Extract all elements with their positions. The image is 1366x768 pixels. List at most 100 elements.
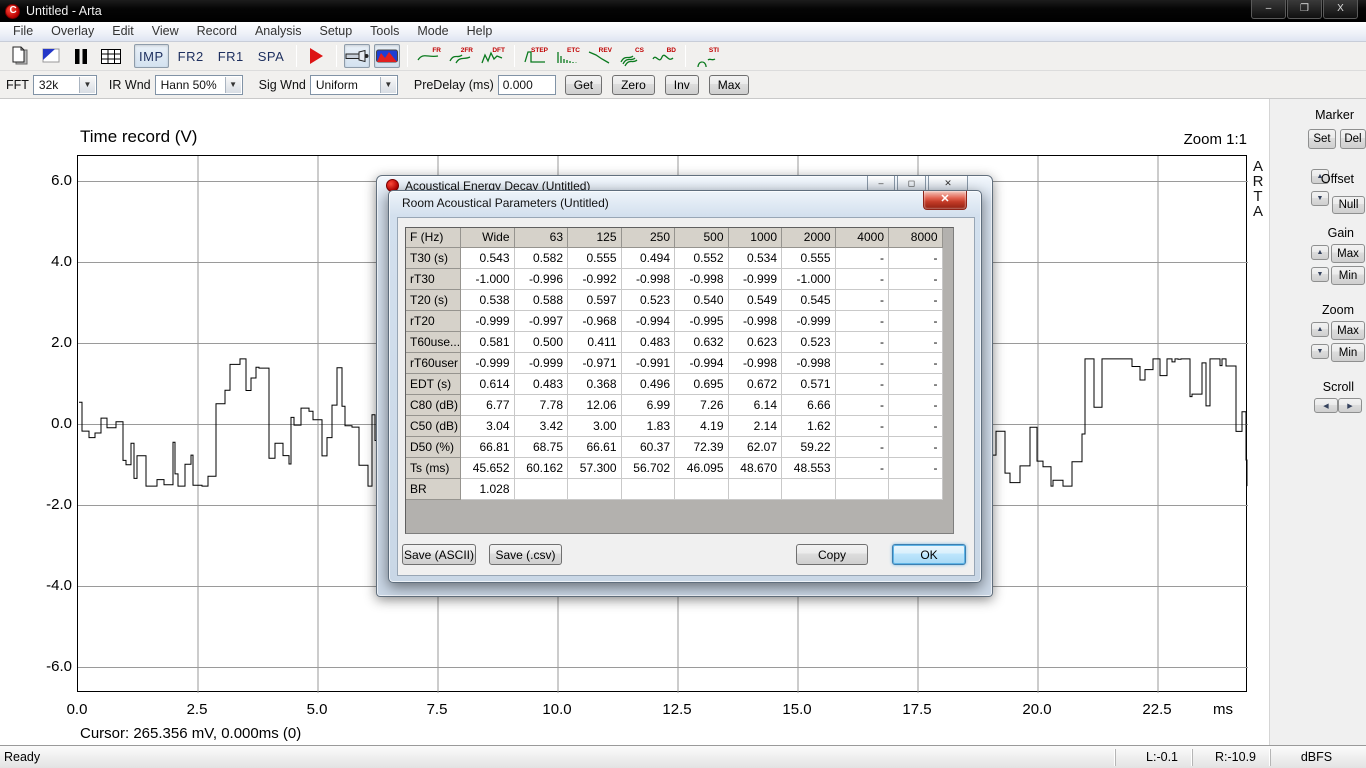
- table-cell: -0.994: [675, 353, 729, 374]
- max-button[interactable]: Max: [709, 75, 750, 95]
- table-cell: -: [889, 458, 943, 479]
- table-cell: 4.19: [675, 416, 729, 437]
- y-tick-label: -4.0: [26, 577, 72, 594]
- table-column-header: 8000: [889, 228, 943, 248]
- table-cell: -: [836, 416, 890, 437]
- zoom-min-button[interactable]: Min: [1331, 343, 1365, 362]
- rev-analysis-button[interactable]: REV: [586, 44, 614, 68]
- ok-button[interactable]: OK: [892, 544, 966, 565]
- table-cell: 62.07: [729, 437, 783, 458]
- 2fr-analysis-icon: 2FR: [448, 45, 474, 67]
- predelay-input[interactable]: 0.000: [498, 75, 556, 95]
- gain-up-icon[interactable]: ▲: [1311, 245, 1329, 260]
- table-cell: 0.552: [675, 248, 729, 269]
- gain-max-button[interactable]: Max: [1331, 244, 1365, 263]
- record-signal-button[interactable]: [38, 44, 64, 68]
- zoom-up-icon[interactable]: ▲: [1311, 322, 1329, 337]
- mode-button-imp[interactable]: IMP: [134, 44, 169, 68]
- close-icon[interactable]: ✕: [923, 191, 967, 210]
- zero-button[interactable]: Zero: [612, 75, 655, 95]
- mode-button-fr2[interactable]: FR2: [173, 44, 209, 68]
- menu-item-overlay[interactable]: Overlay: [42, 22, 103, 41]
- offset-null-button[interactable]: Null: [1332, 196, 1365, 214]
- svg-text:BD: BD: [667, 47, 677, 54]
- inv-button[interactable]: Inv: [665, 75, 699, 95]
- 2fr-analysis-button[interactable]: 2FR: [447, 44, 475, 68]
- table-cell: 0.597: [568, 290, 622, 311]
- generator-toggle-button[interactable]: [344, 44, 370, 68]
- minimize-icon[interactable]: –: [1251, 0, 1286, 19]
- table-cell: 72.39: [675, 437, 729, 458]
- dft-analysis-button[interactable]: DFT: [479, 44, 507, 68]
- ir-wnd-select[interactable]: Hann 50% ▼: [155, 75, 243, 95]
- table-cell: -: [889, 437, 943, 458]
- menu-item-record[interactable]: Record: [188, 22, 246, 41]
- menu-item-setup[interactable]: Setup: [311, 22, 362, 41]
- new-file-button[interactable]: [8, 44, 34, 68]
- table-cell: 48.670: [729, 458, 783, 479]
- menu-item-edit[interactable]: Edit: [103, 22, 143, 41]
- table-cell: -: [889, 374, 943, 395]
- svg-text:CS: CS: [635, 47, 645, 54]
- copy-button[interactable]: Copy: [796, 544, 868, 565]
- table-row-header: D50 (%): [406, 437, 461, 458]
- table-row-header: rT20: [406, 311, 461, 332]
- table-cell: 56.702: [622, 458, 676, 479]
- fr-analysis-button[interactable]: FR: [415, 44, 443, 68]
- zoom-down-icon[interactable]: ▼: [1311, 344, 1329, 359]
- table-cell: 1.62: [782, 416, 836, 437]
- table-row-header: C80 (dB): [406, 395, 461, 416]
- sig-wnd-select[interactable]: Uniform ▼: [310, 75, 398, 95]
- offset-down-icon[interactable]: ▼: [1311, 191, 1329, 206]
- table-cell: -: [889, 395, 943, 416]
- gain-min-button[interactable]: Min: [1331, 266, 1365, 285]
- menu-item-file[interactable]: File: [4, 22, 42, 41]
- menu-item-tools[interactable]: Tools: [361, 22, 408, 41]
- table-row-header: T20 (s): [406, 290, 461, 311]
- signal-view-toggle-button[interactable]: [374, 44, 400, 68]
- fft-label: FFT: [6, 78, 29, 92]
- save-ascii-button[interactable]: Save (ASCII): [402, 544, 476, 565]
- menu-item-help[interactable]: Help: [458, 22, 502, 41]
- table-cell: [675, 479, 729, 500]
- mode-button-spa[interactable]: SPA: [253, 44, 290, 68]
- gain-down-icon[interactable]: ▼: [1311, 267, 1329, 282]
- mode-button-fr1[interactable]: FR1: [213, 44, 249, 68]
- restore-icon[interactable]: ❐: [1287, 0, 1322, 19]
- table-cell: 0.543: [461, 248, 515, 269]
- scroll-right-icon[interactable]: ▶: [1338, 398, 1362, 413]
- etc-analysis-icon: ETC: [555, 45, 581, 67]
- step-analysis-button[interactable]: STEP: [522, 44, 550, 68]
- get-button[interactable]: Get: [565, 75, 602, 95]
- table-cell: -: [836, 437, 890, 458]
- bd-analysis-button[interactable]: BD: [650, 44, 678, 68]
- x-tick-label: 12.5: [655, 701, 699, 718]
- cs-analysis-button[interactable]: CS: [618, 44, 646, 68]
- etc-analysis-button[interactable]: ETC: [554, 44, 582, 68]
- menu-item-view[interactable]: View: [143, 22, 188, 41]
- marker-label: Marker: [1315, 108, 1354, 122]
- zoom-max-button[interactable]: Max: [1331, 321, 1365, 340]
- table-cell: -: [889, 311, 943, 332]
- table-row-header: T60use...: [406, 332, 461, 353]
- table-cell: -0.998: [729, 353, 783, 374]
- play-icon[interactable]: [310, 48, 323, 64]
- fft-select[interactable]: 32k ▼: [33, 75, 97, 95]
- y-tick-label: 2.0: [26, 334, 72, 351]
- pause-button[interactable]: [68, 44, 94, 68]
- table-row-header: EDT (s): [406, 374, 461, 395]
- menu-item-mode[interactable]: Mode: [408, 22, 457, 41]
- marker-del-button[interactable]: Del: [1340, 129, 1366, 149]
- toolbar-separator: [296, 45, 297, 67]
- table-cell: -: [836, 311, 890, 332]
- close-icon[interactable]: X: [1323, 0, 1358, 19]
- table-cell: [515, 479, 569, 500]
- table-cell: 60.37: [622, 437, 676, 458]
- save-csv-button[interactable]: Save (.csv): [489, 544, 562, 565]
- table-column-header: 250: [622, 228, 676, 248]
- sti-analysis-button[interactable]: STI: [693, 44, 721, 68]
- table-view-button[interactable]: [98, 44, 124, 68]
- marker-set-button[interactable]: Set: [1308, 129, 1336, 149]
- scroll-left-icon[interactable]: ◀: [1314, 398, 1338, 413]
- menu-item-analysis[interactable]: Analysis: [246, 22, 311, 41]
